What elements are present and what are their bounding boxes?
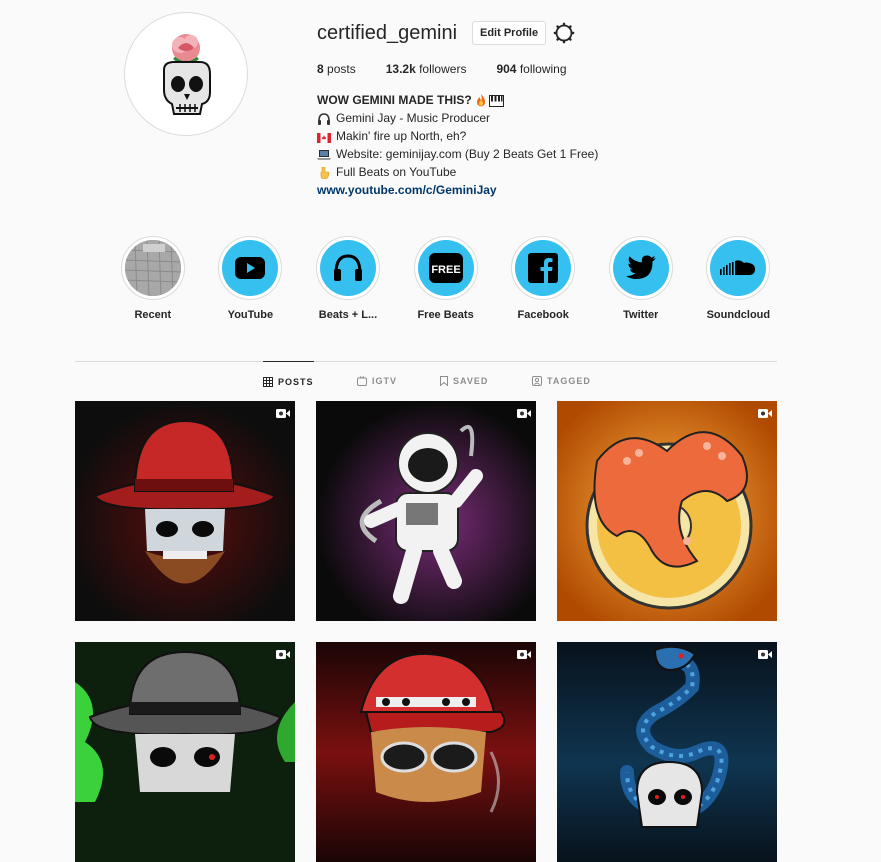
headphones-icon <box>319 240 376 296</box>
video-icon <box>517 409 531 418</box>
free-icon: FREE <box>417 240 474 296</box>
video-icon <box>758 650 772 659</box>
youtube-icon <box>222 240 279 296</box>
highlight-label: Recent <box>134 309 172 321</box>
post-astronaut-image <box>316 401 536 621</box>
post-tile[interactable] <box>316 401 536 621</box>
video-icon <box>758 409 772 418</box>
followers-label: followers <box>419 62 467 76</box>
soundcloud-icon <box>710 240 767 296</box>
profile-stats: 8 posts 13.2k followers 904 following <box>317 62 597 76</box>
pointing-down-emoji-icon <box>317 166 331 180</box>
highlight-ring <box>608 236 673 300</box>
profile-bio: WOW GEMINI MADE THIS? Gemini Jay - Music… <box>317 91 677 199</box>
post-skull-gray-fedora-image <box>75 642 295 862</box>
highlight-ring: FREE <box>413 236 478 300</box>
avatar-skull-rose-image <box>130 18 242 130</box>
highlight-label: Twitter <box>623 309 659 321</box>
following-link[interactable]: 904 following <box>496 62 566 76</box>
tab-label: IGTV <box>372 376 398 386</box>
settings-gear-icon[interactable] <box>553 22 575 44</box>
tab-posts[interactable]: POSTS <box>263 361 314 402</box>
bio-line: Full Beats on YouTube <box>317 163 677 181</box>
post-octopus-donut-image <box>557 401 777 621</box>
bio-line-text: Gemini Jay - Music Producer <box>336 111 491 125</box>
piano-emoji-icon <box>488 94 504 107</box>
bio-name: WOW GEMINI MADE THIS? <box>317 93 472 107</box>
highlight-twitter[interactable]: Twitter <box>592 236 690 321</box>
following-label: following <box>519 62 567 76</box>
tab-igtv[interactable]: IGTV <box>357 361 397 401</box>
recent-cover-image <box>124 240 181 296</box>
bio-line: Makin' fire up North, eh? <box>317 127 677 145</box>
fire-emoji-icon <box>475 93 487 107</box>
following-count-value: 904 <box>496 62 517 76</box>
highlight-label: Soundcloud <box>706 309 771 321</box>
edit-profile-button[interactable]: Edit Profile <box>472 21 547 45</box>
highlight-soundcloud[interactable]: Soundcloud <box>690 236 788 321</box>
followers-count-value: 13.2k <box>385 62 416 76</box>
video-icon <box>276 650 290 659</box>
highlight-ring <box>511 236 576 300</box>
facebook-icon <box>515 240 572 296</box>
post-tile[interactable] <box>557 642 777 862</box>
highlight-recent[interactable]: Recent <box>104 236 202 321</box>
highlight-ring <box>315 236 380 300</box>
posts-count-value: 8 <box>317 62 324 76</box>
profile-avatar[interactable] <box>124 12 248 136</box>
bio-line: Website: geminijay.com (Buy 2 Beats Get … <box>317 145 677 163</box>
tab-label: POSTS <box>278 377 314 387</box>
bio-line-text: Full Beats on YouTube <box>336 165 457 179</box>
tab-label: SAVED <box>453 376 489 386</box>
post-monkey-red-cap-image <box>316 642 536 862</box>
igtv-icon <box>357 376 367 386</box>
bio-link-line: www.youtube.com/c/GeminiJay <box>317 181 677 199</box>
bio-line-text: Website: geminijay.com (Buy 2 Beats Get … <box>336 147 599 161</box>
highlight-label: Free Beats <box>417 309 474 321</box>
twitter-icon <box>612 240 669 296</box>
post-snake-skull-image <box>557 642 777 862</box>
headphones-emoji-icon <box>317 112 331 125</box>
bio-website-link[interactable]: www.youtube.com/c/GeminiJay <box>317 181 497 199</box>
highlight-label: YouTube <box>227 309 274 321</box>
highlight-beats-l[interactable]: Beats + L... <box>299 236 397 321</box>
highlight-ring <box>120 236 185 300</box>
highlight-ring <box>706 236 771 300</box>
highlight-youtube[interactable]: YouTube <box>202 236 300 321</box>
bio-line: Gemini Jay - Music Producer <box>317 109 677 127</box>
highlight-free-beats[interactable]: FREE Free Beats <box>397 236 495 321</box>
posts-count-label: posts <box>327 62 356 76</box>
post-tile[interactable] <box>316 642 536 862</box>
followers-link[interactable]: 13.2k followers <box>386 62 467 76</box>
post-skull-red-fedora-image <box>75 401 295 621</box>
video-icon <box>276 409 290 418</box>
bio-name-line: WOW GEMINI MADE THIS? <box>317 91 677 109</box>
posts-count: 8 posts <box>317 62 356 76</box>
laptop-emoji-icon <box>317 148 331 160</box>
tab-label: TAGGED <box>547 376 591 386</box>
bio-line-text: Makin' fire up North, eh? <box>336 129 467 143</box>
tab-tagged[interactable]: TAGGED <box>532 361 591 401</box>
svg-text:FREE: FREE <box>431 264 460 276</box>
profile-tabs: POSTS IGTV SAVED TAGGED <box>75 361 777 401</box>
canada-flag-icon <box>317 130 331 143</box>
profile-username: certified_gemini <box>317 22 458 44</box>
post-tile[interactable] <box>75 642 295 862</box>
highlight-label: Facebook <box>517 309 569 321</box>
highlight-ring <box>218 236 283 300</box>
post-tile[interactable] <box>75 401 295 621</box>
post-tile[interactable] <box>557 401 777 621</box>
video-icon <box>517 650 531 659</box>
highlight-facebook[interactable]: Facebook <box>494 236 592 321</box>
grid-icon <box>263 377 273 387</box>
highlight-label: Beats + L... <box>318 309 378 321</box>
bookmark-icon <box>440 376 448 386</box>
story-highlights: Recent YouTube Beats + L... FREE Free Be… <box>104 236 787 321</box>
tab-saved[interactable]: SAVED <box>440 361 488 401</box>
tagged-icon <box>532 376 542 386</box>
